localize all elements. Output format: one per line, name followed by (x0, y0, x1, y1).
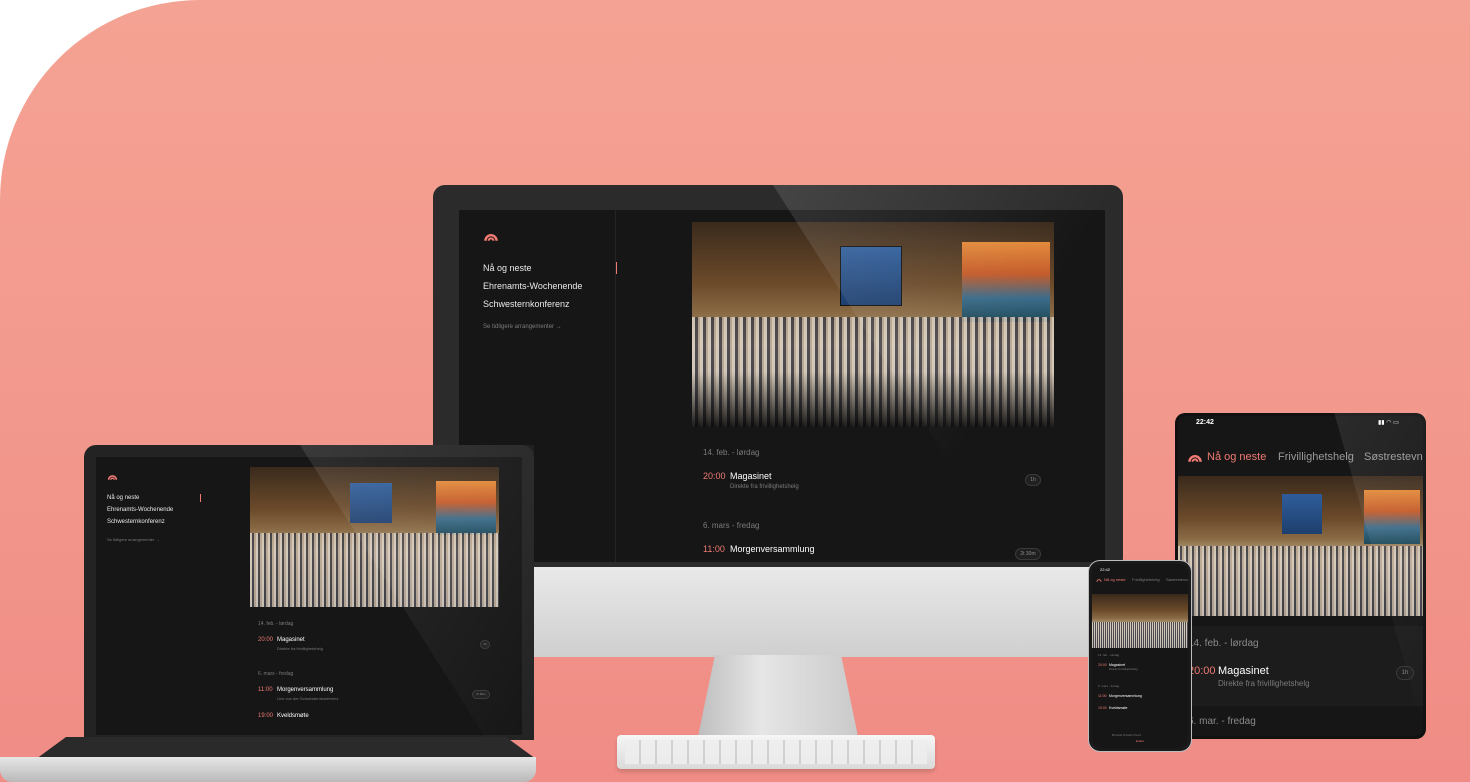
event-time-3: 19:00 (258, 713, 274, 719)
arc-logo-icon[interactable] (1096, 577, 1102, 583)
sidebar-item-now-next[interactable]: Nå og neste (107, 495, 139, 501)
arc-logo-icon[interactable] (483, 228, 499, 244)
desktop-screen: Nå og neste Ehrenamts-Wochenende Schwest… (459, 210, 1105, 562)
event-title-3[interactable]: Kveldsmøte (1109, 706, 1127, 710)
sidebar-item-volunteer-weekend[interactable]: Ehrenamts-Wochenende (483, 281, 582, 291)
event-title-1[interactable]: Magasinet (1109, 663, 1125, 667)
audience-crowd (1178, 546, 1423, 616)
event-time-2: 11:00 (258, 687, 273, 693)
tablet: 22:42 ▮▮ ◠ ▭ Nå og neste Frivillighetshe… (1175, 413, 1426, 739)
audience-crowd (1092, 622, 1188, 648)
schedule-date-1: 14. feb. - lørdag (1188, 638, 1259, 649)
phone-screen: 22:42 Nå og neste Frivillighetshelg Søst… (1092, 564, 1188, 748)
live-stream-thumbnail[interactable] (1178, 476, 1423, 616)
audience-crowd (250, 533, 499, 607)
status-time: 22:42 (1196, 419, 1214, 426)
schedule-date-1: 14. feb. - lørdag (258, 621, 294, 627)
laptop-screen: Nå og neste Ehrenamts-Wochenende Schwest… (96, 457, 522, 735)
event-title-3[interactable]: Kveldsmøte (277, 713, 309, 719)
laptop: Nå og neste Ehrenamts-Wochenende Schwest… (0, 445, 540, 782)
sidebar-item-volunteer-weekend[interactable]: Ehrenamts-Wochenende (107, 507, 173, 513)
event-duration-badge-1: 1h (1025, 474, 1041, 486)
previous-events-link[interactable]: Se tidligere arrangementer → (483, 324, 562, 330)
schedule-date-1: 14. feb. - lørdag (1098, 653, 1120, 657)
event-time-2: 11:00 (1098, 694, 1107, 698)
keyboard (617, 735, 935, 769)
arc-logo-icon[interactable] (1187, 449, 1203, 465)
stage-screen-landscape (1364, 490, 1420, 544)
tablet-screen: 22:42 ▮▮ ◠ ▭ Nå og neste Frivillighetshe… (1178, 416, 1423, 736)
event-duration-badge-1: 1h (480, 640, 490, 649)
event-duration-badge-2: 2t 30m (1015, 548, 1041, 560)
event-time-1: 20:00 (1188, 665, 1216, 677)
tab-volunteer-weekend[interactable]: Frivillighetshelg (1278, 451, 1354, 463)
status-icons: ▮▮ ◠ ▭ (1378, 420, 1399, 426)
footer-change-link[interactable]: Endre (1136, 739, 1144, 743)
event-time-1: 20:00 (258, 637, 274, 643)
footer-line: Brunstad Christian Church (1112, 734, 1142, 737)
stage-screen-speaker (840, 246, 902, 306)
previous-events-link[interactable]: Se tidligere arrangementer → (107, 537, 159, 542)
sidebar-item-now-next[interactable]: Nå og neste (483, 263, 532, 273)
event-title-2[interactable]: Morgenversammlung (1109, 694, 1142, 698)
stage-screen-landscape (962, 242, 1050, 322)
event-subtitle-1: Direkte fra frivillighetshelg (730, 484, 799, 490)
event-duration-badge-2: 2t 30m (472, 690, 490, 699)
tab-sister-conference[interactable]: Søstrestevne (1364, 451, 1423, 463)
live-stream-thumbnail[interactable] (250, 467, 499, 607)
event-duration-badge-1: 1h (1396, 666, 1414, 680)
schedule-date-1: 14. feb. - lørdag (703, 448, 760, 457)
schedule-date-2: 6. mars - fredag (258, 671, 294, 677)
event-time-1: 20:00 (703, 471, 726, 481)
live-stream-thumbnail[interactable] (692, 222, 1054, 427)
schedule-date-2: 6. mars - fredag (703, 521, 760, 530)
tab-sister-conference[interactable]: Søstrestevne (1166, 577, 1188, 582)
schedule-date-2: 6. mar. - fredag (1188, 716, 1256, 727)
sidebar-item-sister-conference[interactable]: Schwesternkonferenz (483, 299, 570, 309)
active-indicator (200, 494, 201, 502)
event-subtitle-2: Live von der Schwesternkonferenz (277, 696, 339, 701)
stage-screen-speaker (350, 483, 392, 523)
event-time-1: 20:00 (1098, 663, 1107, 667)
event-subtitle-1: Direkte fra frivillighetshelg (277, 646, 323, 651)
event-subtitle-1: Direkte fra frivillighetshelg (1109, 668, 1138, 671)
keyboard-keys (625, 740, 927, 764)
stage-screen-speaker (1282, 494, 1322, 534)
laptop-base (0, 757, 536, 782)
event-title-2[interactable]: Morgenversammlung (730, 544, 815, 554)
tab-now-next[interactable]: Nå og neste (1207, 451, 1266, 463)
event-subtitle-1: Direkte fra frivillighetshelg (1218, 679, 1310, 688)
tab-now-next[interactable]: Nå og neste (1104, 577, 1126, 582)
laptop-keyboard-deck (36, 737, 536, 759)
arc-logo-icon[interactable] (107, 471, 118, 482)
event-time-2: 11:00 (703, 544, 725, 554)
status-time: 22:42 (1100, 567, 1111, 572)
event-title-1[interactable]: Magasinet (730, 471, 772, 481)
audience-silhouette (692, 372, 1054, 427)
live-stream-thumbnail[interactable] (1092, 594, 1188, 648)
stage-screen-landscape (436, 481, 496, 535)
event-title-1[interactable]: Magasinet (277, 637, 305, 643)
tab-volunteer-weekend[interactable]: Frivillighetshelg (1132, 577, 1160, 582)
event-title-1[interactable]: Magasinet (1218, 665, 1269, 677)
schedule-date-2: 6. mars - fredag (1098, 684, 1120, 688)
sidebar-item-sister-conference[interactable]: Schwesternkonferenz (107, 519, 165, 525)
phone: 22:42 Nå og neste Frivillighetshelg Søst… (1088, 560, 1192, 752)
event-time-3: 19:00 (1098, 706, 1107, 710)
event-title-2[interactable]: Morgenversammlung (277, 687, 333, 693)
active-indicator (616, 262, 617, 274)
